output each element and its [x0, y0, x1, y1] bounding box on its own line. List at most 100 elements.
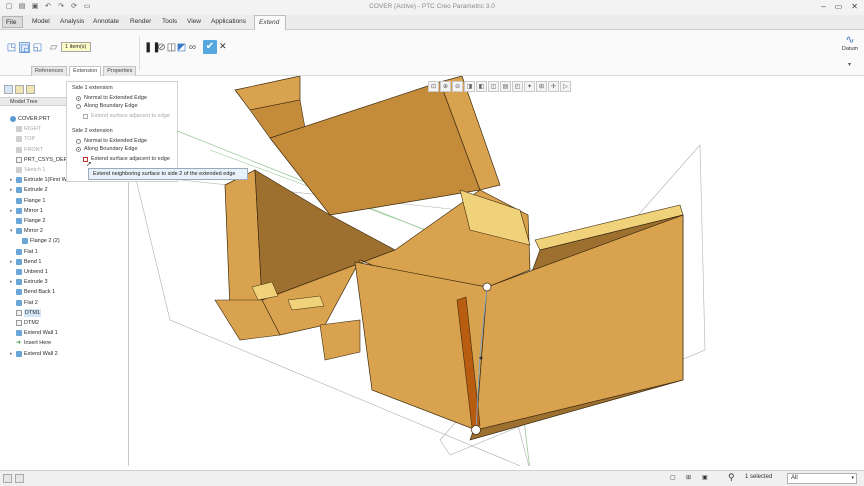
side2-normal-radio[interactable] [76, 139, 81, 144]
tree-row[interactable]: Flange 2 (2) [16, 237, 60, 245]
tree-row-label: Unbend 1 [24, 269, 48, 275]
tree-row-label: Flat 1 [24, 248, 38, 255]
tree-row[interactable]: FRONT [10, 146, 43, 154]
side1-normal-label[interactable]: Normal to Extended Edge [84, 95, 147, 101]
tab-references[interactable]: References [31, 66, 68, 76]
feat-feature-icon [16, 218, 22, 224]
tab-render[interactable]: Render [130, 18, 151, 25]
tree-row[interactable]: Flange 2 [10, 217, 45, 225]
close-icon[interactable]: ✕ [851, 2, 858, 11]
side2-normal-label[interactable]: Normal to Extended Edge [84, 138, 147, 144]
smart-filter-icon[interactable]: ⚲ [728, 472, 735, 483]
tree-row[interactable]: ▸ Extrude 2 [10, 186, 48, 194]
tab-extension[interactable]: Extension [69, 66, 102, 76]
tree-row[interactable]: RIGHT [10, 125, 41, 133]
tree-row[interactable]: PRT_CSYS_DEF [10, 156, 67, 164]
datum-feature-icon [16, 156, 22, 163]
extend-wall-type-icon[interactable]: ◳ [6, 42, 17, 53]
tab-model[interactable]: Model [32, 18, 50, 25]
datum-display-icon[interactable]: ✦ [524, 81, 535, 92]
tree-row[interactable]: COVER.PRT [4, 115, 50, 123]
status-left-icons [3, 474, 24, 483]
annotation-display-icon[interactable]: ⊞ [536, 81, 547, 92]
tree-toolbar [4, 85, 35, 94]
tree-row[interactable]: ▸ Extend Wall 2 [10, 350, 58, 358]
tree-row[interactable]: ▸ Extrude 3 [10, 278, 48, 286]
side1-along-radio[interactable] [76, 104, 81, 109]
extension-panel: Side 1 extension Normal to Extended Edge… [66, 81, 178, 182]
model-tree-icon[interactable] [4, 85, 13, 94]
tree-row[interactable]: Extend Wall 1 [10, 329, 58, 337]
browser-toggle-icon[interactable] [15, 474, 24, 483]
perspective-icon[interactable]: ◰ [512, 81, 523, 92]
tree-row[interactable]: Flange 1 [10, 197, 45, 205]
repaint-icon[interactable]: ◨ [464, 81, 475, 92]
tree-row[interactable]: Flat 2 [10, 299, 38, 307]
tree-row[interactable]: DTM1 [10, 308, 41, 317]
play-icon[interactable]: ▷ [560, 81, 571, 92]
tree-row[interactable]: ➔ Insert Here [10, 339, 51, 347]
side1-extend-label[interactable]: Extend surface adjacent to edge [91, 113, 170, 119]
tab-view[interactable]: View [187, 18, 201, 25]
maximize-icon[interactable]: ▭ [835, 2, 843, 11]
display-style-icon[interactable]: ◧ [476, 81, 487, 92]
view-manager-icon[interactable]: ▤ [500, 81, 511, 92]
tree-row[interactable]: Bend Back 1 [10, 288, 55, 296]
model-viewport[interactable] [130, 76, 864, 466]
tree-row[interactable]: ▸ Extrude 1(First Wall) [10, 176, 74, 184]
saved-orientations-icon[interactable]: ◫ [488, 81, 499, 92]
grid-icon[interactable]: ⊞ [686, 474, 691, 481]
insert-feature-icon: ➔ [16, 340, 22, 347]
side1-extend-checkbox[interactable] [83, 114, 88, 119]
selection-filter[interactable]: All ▾ [787, 473, 857, 484]
verify-icon[interactable]: ◩ [176, 42, 187, 53]
gray-feature-icon [16, 167, 22, 173]
tab-tools[interactable]: Tools [162, 18, 177, 25]
tree-row[interactable]: TOP [10, 135, 35, 143]
tree-row[interactable]: ▸ Bend 1 [10, 258, 41, 266]
spin-center-icon[interactable]: ✢ [548, 81, 559, 92]
favorites-icon[interactable] [26, 85, 35, 94]
tree-row[interactable]: ▾ Mirror 2 [10, 227, 43, 235]
side2-extend-label[interactable]: Extend surface adjacent to edge [91, 156, 170, 162]
side2-along-radio[interactable] [76, 147, 81, 152]
tab-properties[interactable]: Properties [103, 66, 137, 76]
navigator-toggle-icon[interactable] [3, 474, 12, 483]
pause-icon[interactable]: ❚❚ [144, 42, 161, 53]
feat-feature-icon [16, 299, 22, 306]
tree-row[interactable]: Unbend 1 [10, 268, 48, 276]
tree-row[interactable]: DTM2 [10, 319, 39, 327]
tree-row[interactable]: Sketch 1 [10, 166, 45, 174]
file-menu[interactable]: File [2, 16, 23, 28]
full-screen-icon[interactable]: ▣ [702, 474, 708, 481]
view-toolbar: ⊡ ⊕ ⊖ ◨ ◧ ◫ ▤ ◰ ✦ ⊞ ✢ ▷ [428, 81, 571, 93]
datum-group[interactable]: ∿ Datum [838, 33, 862, 59]
side1-along-label[interactable]: Along Boundary Edge [84, 103, 138, 109]
tab-applications[interactable]: Applications [211, 18, 246, 25]
tab-annotate[interactable]: Annotate [93, 18, 119, 25]
side1-normal-radio[interactable] [76, 96, 81, 101]
glasses-preview-icon[interactable]: ∞ [187, 42, 198, 53]
zoom-out-icon[interactable]: ⊖ [452, 81, 463, 92]
tab-extend[interactable]: Extend [254, 15, 286, 30]
folder-browser-icon[interactable] [15, 85, 24, 94]
sketch-icon[interactable]: ▢ [670, 474, 676, 481]
tree-row[interactable]: ▸ Mirror 1 [10, 207, 43, 215]
tree-row[interactable]: Flat 1 [10, 248, 38, 256]
zoom-in-icon[interactable]: ⊕ [440, 81, 451, 92]
minimize-icon[interactable]: – [821, 2, 825, 11]
side2-along-label[interactable]: Along Boundary Edge [84, 146, 138, 152]
refit-icon[interactable]: ⊡ [428, 81, 439, 92]
tab-analysis[interactable]: Analysis [60, 18, 84, 25]
dashboard-tabs: References Extension Properties [31, 66, 137, 76]
ribbon-collapse-icon[interactable]: ▾ [848, 61, 851, 68]
tree-row-label: Insert Here [24, 340, 52, 347]
graphics-area[interactable] [130, 76, 864, 466]
cancel-x-icon[interactable]: ✕ [219, 41, 227, 52]
edge-collector[interactable]: 1 item(s) [61, 42, 91, 52]
extend-distance-icon[interactable]: ◱ [32, 42, 43, 53]
extend-to-plane-icon[interactable]: ◲ [19, 42, 30, 54]
feat-feature-icon [22, 238, 28, 245]
tree-row-label: DTM1 [24, 308, 41, 317]
ok-check-icon[interactable]: ✔ [203, 40, 217, 54]
